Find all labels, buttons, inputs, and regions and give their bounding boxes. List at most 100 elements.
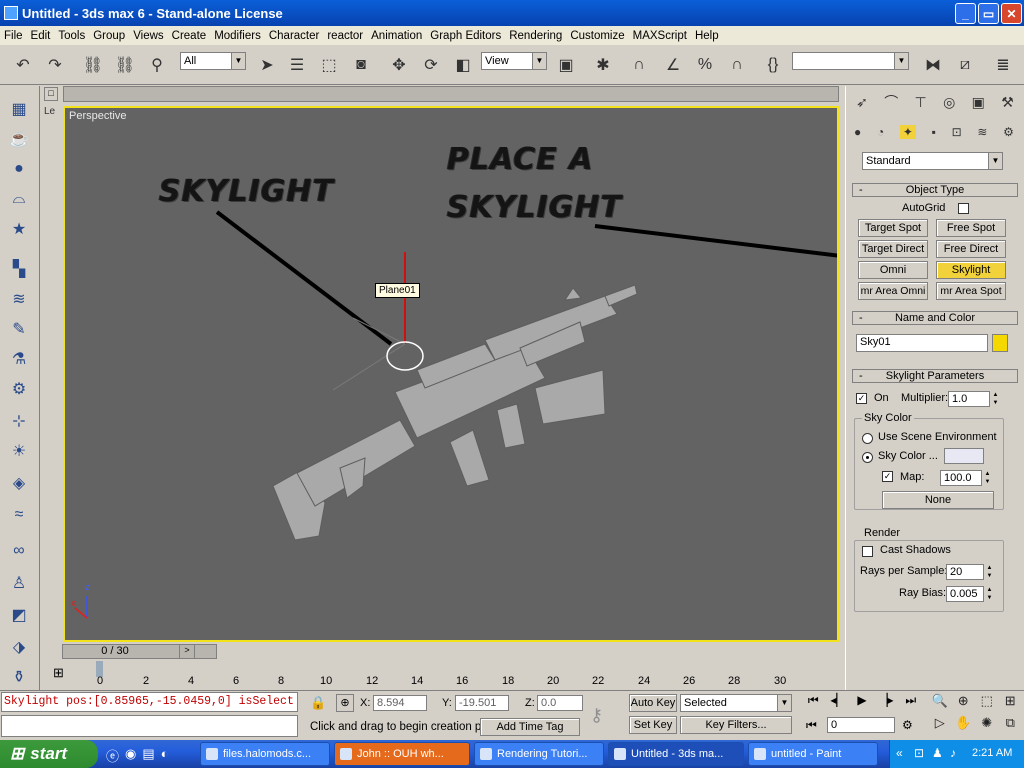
menu-modifiers[interactable]: Modifiers bbox=[210, 30, 265, 42]
autogrid-checkbox[interactable] bbox=[958, 203, 969, 214]
on-checkbox[interactable]: ✓ bbox=[856, 393, 867, 404]
window-crossing-icon[interactable]: ◙ bbox=[348, 52, 374, 78]
network-icon[interactable]: ⊡ bbox=[914, 746, 924, 760]
shapes-icon[interactable]: ⌓ bbox=[6, 186, 32, 212]
zoom-all-icon[interactable]: ⊕ bbox=[952, 693, 976, 715]
dropper-icon[interactable]: ⚗ bbox=[6, 346, 32, 372]
scale-icon[interactable]: ◧ bbox=[450, 52, 476, 78]
messenger-tray-icon[interactable]: ♟ bbox=[932, 746, 943, 760]
expand-tray-icon[interactable]: « bbox=[896, 746, 903, 760]
add-time-tag-button[interactable]: Add Time Tag bbox=[480, 718, 580, 736]
key-mode-toggle-icon[interactable]: ⏮ bbox=[806, 718, 817, 733]
cast-shadows-checkbox[interactable] bbox=[862, 546, 873, 557]
sky-color-swatch[interactable] bbox=[944, 448, 984, 464]
teapot-render-icon[interactable]: ⚱ bbox=[6, 664, 32, 690]
helpers-icon[interactable]: ⊡ bbox=[952, 125, 962, 139]
skylight-button[interactable]: Skylight bbox=[936, 261, 1006, 279]
unlink-icon[interactable]: ⛓ bbox=[112, 52, 138, 78]
mr-area-omni-button[interactable]: mr Area Omni bbox=[858, 282, 928, 300]
light-category-dropdown[interactable]: Standard ▼ bbox=[862, 152, 1003, 170]
arc-rotate-icon[interactable]: ✺ bbox=[975, 715, 999, 737]
close-button[interactable]: ✕ bbox=[1001, 3, 1022, 24]
camera-icon[interactable]: ◈ bbox=[6, 470, 32, 496]
rotate-icon[interactable]: ⟳ bbox=[418, 52, 444, 78]
star-icon[interactable]: ★ bbox=[6, 216, 32, 242]
skylight-params-rollout-header[interactable]: - Skylight Parameters bbox=[852, 369, 1018, 383]
snap-3d-icon[interactable]: ∩ bbox=[626, 52, 652, 78]
field-of-view-icon[interactable]: ▷ bbox=[928, 715, 952, 737]
ie-icon[interactable]: ⓔ bbox=[106, 746, 119, 764]
select-link-icon[interactable]: ⛓ bbox=[80, 52, 106, 78]
zoom-extents-all-icon[interactable]: ⊞ bbox=[999, 693, 1023, 715]
utilities-tab-icon[interactable]: ⚒ bbox=[1001, 94, 1014, 111]
menu-customize[interactable]: Customize bbox=[566, 30, 628, 42]
maximize-viewport-icon[interactable]: ⧉ bbox=[999, 715, 1023, 737]
maximize-button[interactable]: ▭ bbox=[978, 3, 999, 24]
desktop-icon[interactable]: ▤ bbox=[142, 746, 154, 762]
ray-bias-input[interactable]: 0.005 bbox=[946, 586, 984, 602]
omni-button[interactable]: Omni bbox=[858, 261, 928, 279]
light-icon[interactable]: ☀ bbox=[6, 438, 32, 464]
systems-icon[interactable]: ⚙ bbox=[1003, 125, 1014, 139]
volume-icon[interactable]: ♪ bbox=[950, 746, 956, 760]
current-frame-input[interactable]: 0 bbox=[827, 717, 895, 733]
rays-per-sample-input[interactable]: 20 bbox=[946, 564, 984, 580]
motion-tab-icon[interactable]: ◎ bbox=[943, 94, 955, 111]
perspective-viewport[interactable]: Perspective z x SKYLIGHT PLACE A SKYLIGH… bbox=[63, 106, 839, 642]
menu-reactor[interactable]: reactor bbox=[323, 30, 367, 42]
free-direct-button[interactable]: Free Direct bbox=[936, 240, 1006, 258]
modify-tab-icon[interactable]: ⌒ bbox=[884, 92, 898, 112]
geometry-icon[interactable]: ● bbox=[854, 125, 861, 139]
helper-icon[interactable]: ⊹ bbox=[6, 408, 32, 434]
key-filters-button[interactable]: Key Filters... bbox=[680, 716, 792, 734]
minimize-button[interactable]: _ bbox=[955, 3, 976, 24]
menu-tools[interactable]: Tools bbox=[54, 30, 89, 42]
menu-animation[interactable]: Animation bbox=[367, 30, 426, 42]
skylight-helper[interactable] bbox=[386, 341, 424, 371]
goto-start-icon[interactable]: ⏮ bbox=[808, 693, 819, 711]
object-type-rollout-header[interactable]: - Object Type bbox=[852, 183, 1018, 197]
reference-coordinate-dropdown[interactable]: View ▼ bbox=[481, 52, 547, 70]
object-name-input[interactable]: Sky01 bbox=[856, 334, 988, 352]
track-bar-icon[interactable]: ⊞ bbox=[53, 665, 73, 681]
selection-filter-dropdown[interactable]: All ▼ bbox=[180, 52, 246, 70]
taskbar-item-3dsmax[interactable]: Untitled - 3ds ma... bbox=[608, 742, 744, 766]
left-viewport-tab[interactable]: Le bbox=[44, 106, 60, 126]
next-frame-icon[interactable]: > bbox=[179, 644, 195, 659]
next-frame-icon[interactable]: ▕▸ bbox=[878, 693, 893, 711]
percent-snap-icon[interactable]: % bbox=[692, 52, 718, 78]
taskbar-item-files[interactable]: files.halomods.c... bbox=[200, 742, 330, 766]
select-by-name-icon[interactable]: ☰ bbox=[284, 52, 310, 78]
shapes-icon[interactable]: ◔ bbox=[877, 125, 884, 139]
map-spinner-icon[interactable]: ▲ ▼ bbox=[983, 470, 992, 486]
goto-end-icon[interactable]: ⏭ bbox=[905, 693, 916, 711]
menu-views[interactable]: Views bbox=[129, 30, 167, 42]
brush-icon[interactable]: ✎ bbox=[6, 316, 32, 342]
create-tab-icon[interactable]: ➶ bbox=[856, 94, 868, 111]
use-scene-env-radio[interactable] bbox=[862, 433, 873, 444]
layers-icon[interactable]: ≣ bbox=[990, 52, 1016, 78]
menu-group[interactable]: Group bbox=[89, 30, 129, 42]
menu-character[interactable]: Character bbox=[265, 30, 324, 42]
y-coordinate[interactable]: -19.501 bbox=[455, 695, 509, 711]
lock-icon[interactable]: 🔒 bbox=[310, 695, 326, 711]
auto-key-button[interactable]: Auto Key bbox=[629, 694, 677, 712]
taskbar-item-rendering[interactable]: Rendering Tutori... bbox=[474, 742, 604, 766]
menu-rendering[interactable]: Rendering bbox=[505, 30, 566, 42]
maxscript-input[interactable] bbox=[1, 715, 298, 737]
viewport-menu-icon[interactable]: □ bbox=[44, 87, 58, 101]
media-icon[interactable]: ◉ bbox=[125, 746, 136, 762]
track-bar[interactable]: 0 2 4 6 8 10 12 14 16 18 20 22 24 26 28 … bbox=[96, 659, 841, 687]
undo-icon[interactable]: ↶ bbox=[10, 52, 36, 78]
manipulate-icon[interactable]: ✱ bbox=[590, 52, 616, 78]
target-spot-button[interactable]: Target Spot bbox=[858, 219, 928, 237]
zoom-extents-icon[interactable]: ⬚ bbox=[975, 693, 999, 715]
map-checkbox[interactable]: ✓ bbox=[882, 471, 893, 482]
spinner-snap-icon[interactable]: ∩ bbox=[724, 52, 750, 78]
map-none-button[interactable]: None bbox=[882, 491, 994, 509]
link-icon[interactable]: ∞ bbox=[6, 538, 32, 564]
taskbar-item-paint[interactable]: untitled - Paint bbox=[748, 742, 878, 766]
rectangular-region-icon[interactable]: ⬚ bbox=[316, 52, 342, 78]
sky-color-radio[interactable] bbox=[862, 452, 873, 463]
start-button[interactable]: ⊞ start bbox=[0, 740, 98, 768]
